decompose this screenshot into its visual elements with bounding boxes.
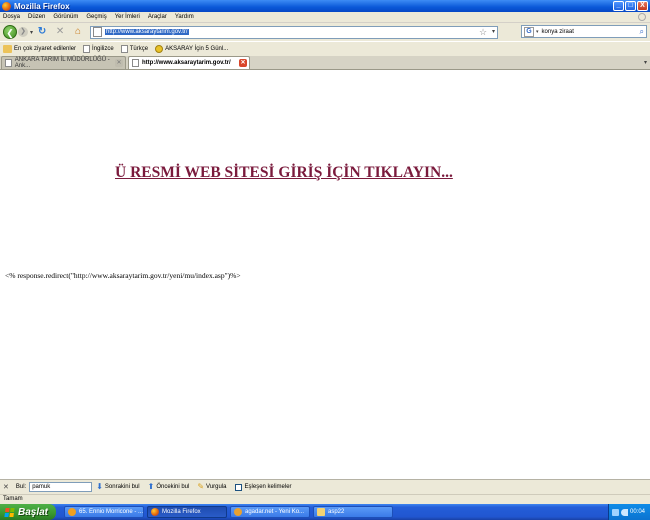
url-text[interactable]: http://www.aksaraytarim.gov.tr/ <box>105 29 189 35</box>
findbar-close-icon[interactable]: ✕ <box>3 483 9 491</box>
arrow-down-icon: ⬇ <box>96 482 103 491</box>
forward-button[interactable]: ❯ <box>18 27 28 37</box>
task-label: agadar.net - Yeni Ko... <box>245 509 305 515</box>
menu-view[interactable]: Görünüm <box>53 14 78 20</box>
tab-close-icon[interactable]: ✕ <box>239 59 247 67</box>
url-bar[interactable]: http://www.aksaraytarim.gov.tr/ ☆ ▾ <box>90 25 499 39</box>
clock: 00:04 <box>630 509 646 515</box>
page-icon <box>93 27 103 37</box>
network-icon[interactable] <box>612 508 619 516</box>
site-entry-link[interactable]: Ü RESMİ WEB SİTESİ GİRİŞ İÇİN TIKLAYIN..… <box>115 164 453 182</box>
tab-ankara[interactable]: ANKARA TARIM İL MÜDÜRLÜĞÜ - Ank... ✕ <box>1 56 126 69</box>
volume-icon[interactable] <box>621 508 628 516</box>
bookmark-label: İngilizce <box>92 46 114 52</box>
search-magnifier-icon[interactable]: ⌕ <box>640 26 644 37</box>
minimize-button[interactable]: _ <box>613 1 624 11</box>
menu-file[interactable]: Dosya <box>3 14 20 20</box>
bookmark-label: En çok ziyaret edilenler <box>14 46 77 52</box>
history-dropdown-icon[interactable]: ▾ <box>30 29 33 36</box>
taskbar-item-folder[interactable]: asp22 <box>313 506 393 518</box>
system-tray: 00:04 <box>608 504 650 520</box>
search-bar[interactable]: G ▾ konya ziraat ⌕ <box>521 25 647 38</box>
tab-close-icon[interactable]: ✕ <box>115 59 123 67</box>
folder-icon <box>317 508 325 516</box>
page-icon <box>120 45 128 53</box>
menu-tools[interactable]: Araçlar <box>148 14 167 20</box>
search-input[interactable]: konya ziraat <box>542 29 574 35</box>
match-case-label: Eşleşen kelimeler <box>244 484 292 490</box>
bookmark-english[interactable]: İngilizce <box>83 45 114 53</box>
bookmark-most-visited[interactable]: En çok ziyaret edilenler <box>3 45 76 53</box>
tab-aksaray[interactable]: http://www.aksaraytarim.gov.tr/ ✕ <box>128 56 250 69</box>
bookmark-label: Türkçe <box>129 46 149 52</box>
highlighter-icon: ✎ <box>197 482 205 491</box>
firefox-icon <box>2 1 11 11</box>
checkbox-box[interactable] <box>234 483 242 491</box>
page-content: Ü RESMİ WEB SİTESİ GİRİŞ İÇİN TIKLAYIN..… <box>0 71 650 479</box>
throbber-icon <box>638 13 646 21</box>
menu-help[interactable]: Yardım <box>175 14 194 20</box>
weather-icon <box>155 45 164 53</box>
find-bar: ✕ Bul: pamuk ⬇ Sonrakini bul ⬆ Öncekini … <box>0 479 650 494</box>
navigation-toolbar: ❮ ❯ ▾ ↻ ✕ ⌂ http://www.aksaraytarim.gov.… <box>0 23 650 41</box>
tab-list-dropdown-icon[interactable]: ▾ <box>644 59 647 66</box>
task-label: asp22 <box>328 509 345 515</box>
taskbar-item-browser[interactable]: agadar.net - Yeni Ko... <box>230 506 310 518</box>
menu-bookmarks[interactable]: Yer İmleri <box>115 14 140 20</box>
find-previous-label: Öncekini bul <box>156 484 190 490</box>
start-button[interactable]: Başlat <box>0 504 56 520</box>
maximize-button[interactable]: □ <box>625 1 636 11</box>
page-icon <box>83 45 91 53</box>
firefox-icon <box>151 508 159 516</box>
bookmark-label: AKSARAY İçin 5 Günl... <box>165 46 229 52</box>
home-icon[interactable]: ⌂ <box>72 26 84 38</box>
highlight-label: Vurgula <box>206 484 227 490</box>
menu-edit[interactable]: Düzen <box>28 14 45 20</box>
tab-label: http://www.aksaraytarim.gov.tr/ <box>142 60 231 66</box>
bookmark-turkish[interactable]: Türkçe <box>120 45 149 53</box>
windows-logo-icon <box>4 507 15 517</box>
folder-icon <box>3 45 12 53</box>
search-engine-dropdown-icon[interactable]: ▾ <box>536 29 539 35</box>
match-case-checkbox[interactable]: Eşleşen kelimeler <box>234 483 292 491</box>
highlight-button[interactable]: ✎ Vurgula <box>197 483 226 491</box>
browser-icon <box>234 508 242 516</box>
start-label: Başlat <box>18 506 49 518</box>
close-button[interactable]: X <box>637 1 648 11</box>
find-next-button[interactable]: ⬇ Sonrakini bul <box>96 483 139 491</box>
title-bar: Mozilla Firefox _ □ X <box>0 0 650 12</box>
menu-bar: Dosya Düzen Görünüm Geçmiş Yer İmleri Ar… <box>0 12 650 23</box>
find-next-label: Sonrakini bul <box>104 484 140 490</box>
window-controls: _ □ X <box>613 1 648 11</box>
raw-asp-code-text: <% response.redirect("http://www.aksaray… <box>5 271 241 280</box>
stop-icon[interactable]: ✕ <box>54 26 66 38</box>
reload-icon[interactable]: ↻ <box>36 26 48 38</box>
task-label: Mozilla Firefox <box>162 509 201 515</box>
page-icon <box>5 59 12 67</box>
menu-history[interactable]: Geçmiş <box>86 14 106 20</box>
taskbar-item-firefox[interactable]: Mozilla Firefox <box>147 506 227 518</box>
task-label: 65. Ennio Morricone - ... <box>79 509 144 515</box>
status-bar: Tamam <box>0 494 650 504</box>
arrow-up-icon: ⬆ <box>147 482 155 491</box>
tab-strip: ANKARA TARIM İL MÜDÜRLÜĞÜ - Ank... ✕ htt… <box>0 56 650 70</box>
find-input[interactable]: pamuk <box>29 482 93 492</box>
find-label: Bul: <box>15 484 27 490</box>
url-dropdown-icon[interactable]: ▾ <box>492 27 495 38</box>
back-button[interactable]: ❮ <box>3 25 17 39</box>
tab-label: ANKARA TARIM İL MÜDÜRLÜĞÜ - Ank... <box>14 57 110 69</box>
find-previous-button[interactable]: ⬆ Öncekini bul <box>148 483 190 491</box>
bookmark-star-icon[interactable]: ☆ <box>479 27 487 38</box>
taskbar-item-media[interactable]: 65. Ennio Morricone - ... <box>64 506 144 518</box>
page-icon <box>132 59 139 67</box>
media-player-icon <box>68 508 76 516</box>
window-title: Mozilla Firefox <box>14 1 70 11</box>
google-icon[interactable]: G <box>524 26 534 37</box>
bookmarks-toolbar: En çok ziyaret edilenler İngilizce Türkç… <box>0 41 650 56</box>
taskbar: Başlat 65. Ennio Morricone - ... Mozilla… <box>0 504 650 520</box>
bookmark-aksaray-weather[interactable]: AKSARAY İçin 5 Günl... <box>155 45 228 53</box>
